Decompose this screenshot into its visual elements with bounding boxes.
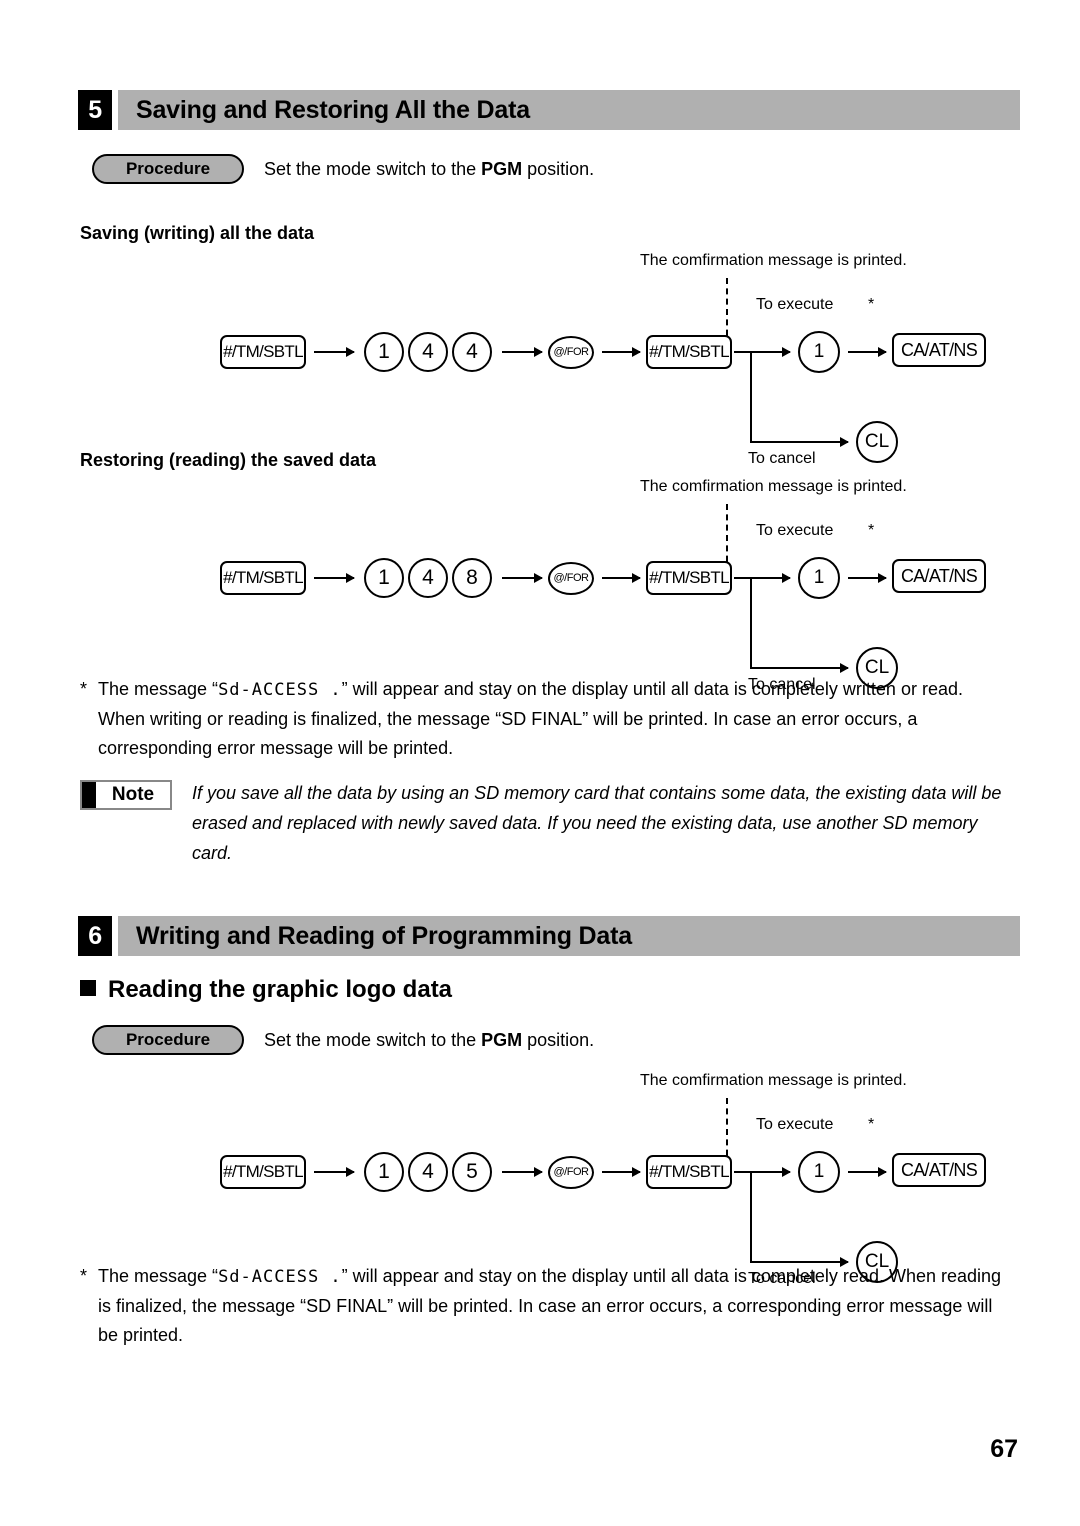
- procedure-instruction-6: Set the mode switch to the PGM position.: [264, 1025, 594, 1055]
- footnote-saving-restoring: * The message “Sd-ACCESS .” will appear …: [80, 675, 1010, 763]
- diagram2-to-execute-label: To execute: [756, 522, 834, 539]
- procedure-row-5: Procedure Set the mode switch to the PGM…: [92, 154, 792, 184]
- procedure-mode-5: PGM: [481, 159, 523, 179]
- key-digit-2c[interactable]: 8: [452, 558, 492, 598]
- diagram3-star-marker: *: [868, 1116, 875, 1133]
- diagram1-branch-drop: [750, 351, 752, 443]
- key-digit-3c[interactable]: 5: [452, 1152, 492, 1192]
- diagram1-star-marker: *: [868, 296, 875, 313]
- key-execute-digit-3[interactable]: 1: [798, 1151, 840, 1193]
- key-digit-2b[interactable]: 4: [408, 558, 448, 598]
- procedure-text-before-6: Set the mode switch to the: [264, 1030, 482, 1050]
- section-title-5: Saving and Restoring All the Data: [136, 96, 530, 124]
- key-digit-2a[interactable]: 1: [364, 558, 404, 598]
- footnote2-lcd-message: Sd-ACCESS .: [218, 1267, 342, 1287]
- key-ca-at-ns-1[interactable]: CA/AT/NS: [892, 333, 986, 367]
- diagram1-arrow-2: [502, 347, 543, 357]
- footnote2-marker: *: [80, 1266, 88, 1286]
- section-number-5: 5: [78, 90, 112, 130]
- diagram2-arrow-3: [602, 573, 641, 583]
- diagram2-arrow-4: [848, 573, 887, 583]
- procedure-row-6: Procedure Set the mode switch to the PGM…: [92, 1025, 792, 1055]
- diagram1-to-cancel-label: To cancel: [748, 450, 816, 467]
- footnote2-body: The message “Sd-ACCESS .” will appear an…: [98, 1262, 1010, 1350]
- key-at-for-2[interactable]: @/FOR: [548, 562, 594, 595]
- note-text: If you save all the data by using an SD …: [192, 783, 1002, 863]
- key-digit-1a[interactable]: 1: [364, 332, 404, 372]
- diagram3-arrow-4: [848, 1167, 887, 1177]
- procedure-badge-5: Procedure: [92, 154, 244, 184]
- diagram1-to-execute-label: To execute: [756, 296, 834, 313]
- footnote-graphic-logo: * The message “Sd-ACCESS .” will appear …: [80, 1262, 1010, 1350]
- key-tm-sbtl-confirm-2[interactable]: #/TM/SBTL: [646, 561, 732, 595]
- key-cl-1[interactable]: CL: [856, 421, 898, 463]
- footnote1-marker: *: [80, 679, 88, 699]
- procedure-text-after-6: position.: [522, 1030, 595, 1050]
- diagram1-printed-label: The comfirmation message is printed.: [640, 252, 907, 269]
- key-digit-3a[interactable]: 1: [364, 1152, 404, 1192]
- footnote1-part1: The message “: [98, 679, 219, 699]
- footnote1-lcd-message: Sd-ACCESS .: [218, 680, 342, 700]
- diagram1-arrow-execute: [750, 347, 791, 357]
- note-badge: Note: [80, 780, 172, 810]
- bullet-heading-label: Reading the graphic logo data: [108, 976, 453, 1003]
- note-label: Note: [111, 784, 155, 805]
- keysequence-diagram-saving-writing: The comfirmation message is printed. To …: [220, 248, 1020, 467]
- key-execute-digit-1[interactable]: 1: [798, 331, 840, 373]
- footnote2-part1: The message “: [98, 1266, 219, 1286]
- procedure-mode-6: PGM: [481, 1030, 523, 1050]
- key-at-for-3[interactable]: @/FOR: [548, 1156, 594, 1189]
- procedure-instruction-5: Set the mode switch to the PGM position.: [264, 154, 594, 184]
- key-execute-digit-2[interactable]: 1: [798, 557, 840, 599]
- footnote1-body: The message “Sd-ACCESS .” will appear an…: [98, 675, 1010, 763]
- bullet-heading-reading-graphic-logo: Reading the graphic logo data: [80, 976, 452, 1004]
- diagram3-arrow-3: [602, 1167, 641, 1177]
- bullet-square-icon: [80, 980, 96, 996]
- key-tm-sbtl-start-2[interactable]: #/TM/SBTL: [220, 561, 306, 595]
- key-at-for-1[interactable]: @/FOR: [548, 336, 594, 369]
- diagram2-arrow-execute: [750, 573, 791, 583]
- section-title-6: Writing and Reading of Programming Data: [136, 922, 632, 950]
- key-digit-1b[interactable]: 4: [408, 332, 448, 372]
- document-page: 5 Saving and Restoring All the Data Proc…: [0, 0, 1080, 1526]
- diagram1-arrow-4: [848, 347, 887, 357]
- procedure-text-before-5: Set the mode switch to the: [264, 159, 482, 179]
- diagram2-arrow-2: [502, 573, 543, 583]
- diagram3-arrow-execute: [750, 1167, 791, 1177]
- keysequence-diagram-restoring-reading: The comfirmation message is printed. To …: [220, 474, 1020, 693]
- note-bar-icon: [82, 782, 96, 808]
- key-ca-at-ns-3[interactable]: CA/AT/NS: [892, 1153, 986, 1187]
- diagram1-arrow-cancel: [750, 437, 849, 447]
- key-digit-1c[interactable]: 4: [452, 332, 492, 372]
- diagram1-arrow-3: [602, 347, 641, 357]
- key-tm-sbtl-start-1[interactable]: #/TM/SBTL: [220, 335, 306, 369]
- diagram3-arrow-2: [502, 1167, 543, 1177]
- subheading-saving-writing: Saving (writing) all the data: [80, 223, 315, 243]
- diagram2-branch-drop: [750, 577, 752, 669]
- procedure-text-after-5: position.: [522, 159, 595, 179]
- key-tm-sbtl-start-3[interactable]: #/TM/SBTL: [220, 1155, 306, 1189]
- diagram1-arrow-1: [314, 347, 355, 357]
- diagram3-to-execute-label: To execute: [756, 1116, 834, 1133]
- key-ca-at-ns-2[interactable]: CA/AT/NS: [892, 559, 986, 593]
- page-number: 67: [990, 1435, 1018, 1463]
- section-header-5: 5 Saving and Restoring All the Data: [78, 90, 1020, 130]
- diagram2-printed-label: The comfirmation message is printed.: [640, 478, 907, 495]
- key-tm-sbtl-confirm-1[interactable]: #/TM/SBTL: [646, 335, 732, 369]
- keysequence-diagram-reading-graphic-logo: The comfirmation message is printed. To …: [220, 1068, 1020, 1287]
- key-digit-3b[interactable]: 4: [408, 1152, 448, 1192]
- procedure-badge-6: Procedure: [92, 1025, 244, 1055]
- diagram3-branch-drop: [750, 1171, 752, 1263]
- section-number-6: 6: [78, 916, 112, 956]
- diagram2-star-marker: *: [868, 522, 875, 539]
- diagram2-arrow-cancel: [750, 663, 849, 673]
- section-header-6: 6 Writing and Reading of Programming Dat…: [78, 916, 1020, 956]
- key-tm-sbtl-confirm-3[interactable]: #/TM/SBTL: [646, 1155, 732, 1189]
- diagram2-arrow-1: [314, 573, 355, 583]
- diagram3-arrow-1: [314, 1167, 355, 1177]
- subheading-restoring-reading: Restoring (reading) the saved data: [80, 450, 377, 470]
- diagram3-printed-label: The comfirmation message is printed.: [640, 1072, 907, 1089]
